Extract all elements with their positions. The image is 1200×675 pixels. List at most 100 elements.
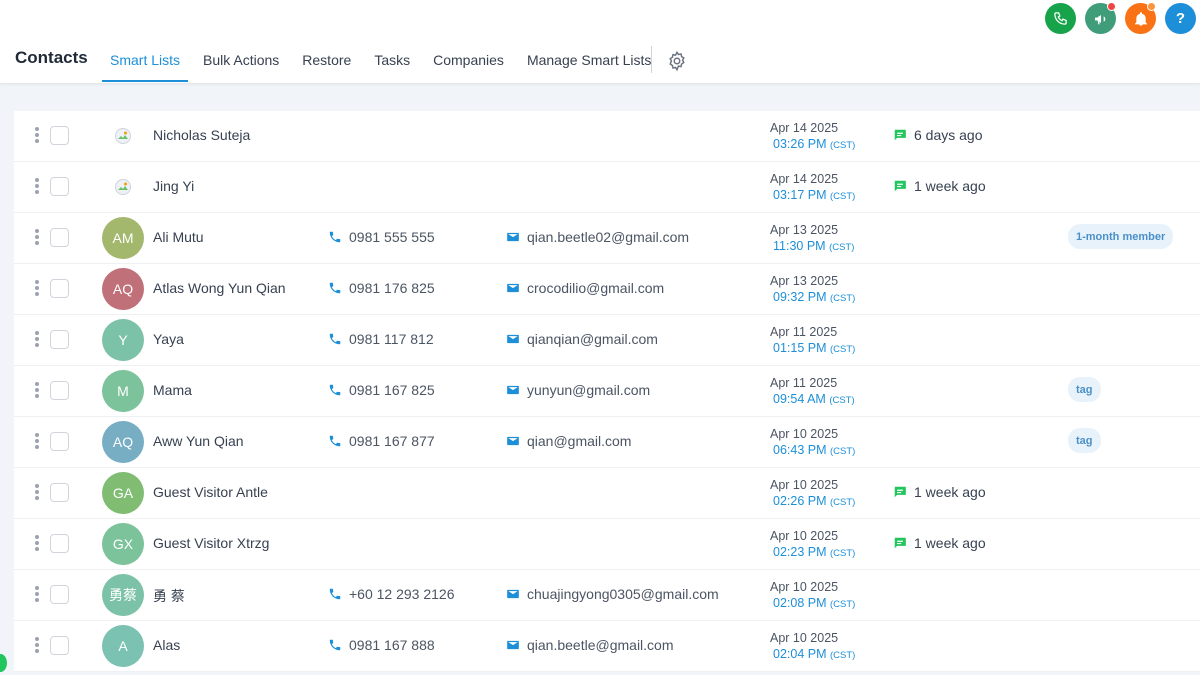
tab-bulk-actions[interactable]: Bulk Actions <box>195 40 287 82</box>
contact-email[interactable]: crocodilio@gmail.com <box>506 280 664 296</box>
mail-icon <box>506 638 520 652</box>
help-icon[interactable]: ? <box>1165 3 1196 34</box>
contact-phone[interactable]: 0981 167 825 <box>328 382 435 398</box>
tab-manage-smart-lists[interactable]: Manage Smart Lists <box>519 40 660 82</box>
drag-handle-icon[interactable] <box>34 535 40 553</box>
date-text: Apr 14 2025 <box>770 172 839 186</box>
tab-restore[interactable]: Restore <box>294 40 359 82</box>
drag-handle-icon[interactable] <box>34 280 40 298</box>
last-activity: 1 week ago <box>893 178 986 194</box>
row-checkbox[interactable] <box>50 636 69 655</box>
last-activity: 1 week ago <box>893 535 986 551</box>
contact-email[interactable]: qian.beetle@gmail.com <box>506 637 674 653</box>
contact-phone[interactable]: 0981 167 877 <box>328 433 435 449</box>
time-text: 03:17 PM <box>773 188 827 202</box>
contact-phone[interactable]: 0981 117 812 <box>328 331 434 347</box>
drag-handle-icon[interactable] <box>34 178 40 196</box>
mail-icon <box>506 230 520 244</box>
contact-name[interactable]: Alas <box>153 637 180 653</box>
tab-tasks[interactable]: Tasks <box>366 40 418 82</box>
row-checkbox[interactable] <box>50 585 69 604</box>
contact-name[interactable]: Yaya <box>153 331 184 347</box>
date-added: Apr 13 2025 11:30 PM (CST) <box>770 222 854 256</box>
tab-companies[interactable]: Companies <box>425 40 512 82</box>
table-row[interactable]: AQ Aww Yun Qian 0981 167 877 qian@gmail.com… <box>14 417 1200 468</box>
table-row[interactable]: Y Yaya 0981 117 812 qianqian@gmail.com Apr 1… <box>14 315 1200 366</box>
activity-text: 1 week ago <box>914 178 986 194</box>
row-checkbox[interactable] <box>50 177 69 196</box>
row-checkbox[interactable] <box>50 534 69 553</box>
row-checkbox[interactable] <box>50 483 69 502</box>
date-added: Apr 14 2025 03:26 PM (CST) <box>770 120 855 154</box>
contact-email[interactable]: qianqian@gmail.com <box>506 331 658 347</box>
row-checkbox[interactable] <box>50 330 69 349</box>
row-checkbox[interactable] <box>50 279 69 298</box>
contact-name[interactable]: Mama <box>153 382 192 398</box>
contact-name[interactable]: Nicholas Suteja <box>153 127 250 143</box>
floating-widget-icon[interactable] <box>0 654 7 672</box>
contact-name[interactable]: Jing Yi <box>153 178 194 194</box>
contact-name[interactable]: Guest Visitor Xtrzg <box>153 535 269 551</box>
drag-handle-icon[interactable] <box>34 586 40 604</box>
mail-icon <box>506 281 520 295</box>
table-row[interactable]: Jing Yi Apr 14 2025 03:17 PM (CST) 1 week a… <box>14 162 1200 213</box>
timezone-text: (CST) <box>830 344 856 355</box>
contact-name[interactable]: Aww Yun Qian <box>153 433 244 449</box>
table-row[interactable]: 勇蔡勇 蔡 +60 12 293 2126 chuajingyong0305@gma… <box>14 570 1200 621</box>
row-checkbox[interactable] <box>50 228 69 247</box>
contact-phone[interactable]: 0981 167 888 <box>328 637 435 653</box>
row-checkbox[interactable] <box>50 432 69 451</box>
contact-email[interactable]: qian@gmail.com <box>506 433 631 449</box>
bell-icon[interactable] <box>1125 2 1156 34</box>
drag-handle-icon[interactable] <box>34 229 40 247</box>
timezone-text: (CST) <box>829 242 855 253</box>
contact-name[interactable]: 勇 蔡 <box>153 586 185 606</box>
table-row[interactable]: AM Ali Mutu 0981 555 555 qian.beetle02@gmai… <box>14 213 1200 264</box>
contact-name[interactable]: Ali Mutu <box>153 229 204 245</box>
table-row[interactable]: AQ Atlas Wong Yun Qian 0981 176 825 crocodi… <box>14 264 1200 315</box>
drag-handle-icon[interactable] <box>34 331 40 349</box>
contact-phone[interactable]: 0981 555 555 <box>328 229 435 245</box>
date-added: Apr 10 2025 02:08 PM (CST) <box>770 579 855 613</box>
timezone-text: (CST) <box>830 293 856 304</box>
email-address: chuajingyong0305@gmail.com <box>527 586 719 602</box>
table-row[interactable]: A Alas 0981 167 888 qian.beetle@gmail.com Ap… <box>14 621 1200 672</box>
table-row[interactable]: GX Guest Visitor Xtrzg Apr 10 2025 02:23 PM… <box>14 519 1200 570</box>
megaphone-icon[interactable] <box>1085 2 1116 34</box>
timezone-text: (CST) <box>829 395 855 406</box>
time-text: 09:32 PM <box>773 290 827 304</box>
mail-icon <box>506 332 520 346</box>
row-checkbox[interactable] <box>50 381 69 400</box>
table-row[interactable]: Nicholas Suteja Apr 14 2025 03:26 PM (CST)… <box>14 111 1200 162</box>
table-row[interactable]: GA Guest Visitor Antle Apr 10 2025 02:26 PM… <box>14 468 1200 519</box>
contact-name[interactable]: Guest Visitor Antle <box>153 484 268 500</box>
time-text: 02:26 PM <box>773 494 827 508</box>
gear-icon[interactable] <box>666 50 688 72</box>
drag-handle-icon[interactable] <box>34 484 40 502</box>
phone-icon[interactable] <box>1045 3 1076 34</box>
avatar-image-icon <box>115 128 131 144</box>
tag-badge[interactable]: tag <box>1068 377 1101 402</box>
drag-handle-icon[interactable] <box>34 127 40 145</box>
contact-name[interactable]: Atlas Wong Yun Qian <box>153 280 286 296</box>
contact-email[interactable]: chuajingyong0305@gmail.com <box>506 586 719 602</box>
drag-handle-icon[interactable] <box>34 382 40 400</box>
tab-smart-lists[interactable]: Smart Lists <box>102 40 189 82</box>
phone-icon <box>328 638 342 652</box>
drag-handle-icon[interactable] <box>34 433 40 451</box>
tag-badge[interactable]: 1-month member <box>1068 224 1174 249</box>
timezone-text: (CST) <box>830 650 856 661</box>
contact-phone[interactable]: +60 12 293 2126 <box>328 586 455 602</box>
row-checkbox[interactable] <box>50 126 69 145</box>
drag-handle-icon[interactable] <box>34 637 40 655</box>
tab-divider <box>651 46 652 73</box>
table-row[interactable]: M Mama 0981 167 825 yunyun@gmail.com Apr 11 … <box>14 366 1200 417</box>
tag-badge[interactable]: tag <box>1068 428 1101 453</box>
date-text: Apr 14 2025 <box>770 121 839 135</box>
avatar: AM <box>102 217 144 259</box>
notification-badge <box>1107 2 1116 11</box>
contact-phone[interactable]: 0981 176 825 <box>328 280 435 296</box>
contact-email[interactable]: qian.beetle02@gmail.com <box>506 229 689 245</box>
time-text: 01:15 PM <box>773 341 827 355</box>
contact-email[interactable]: yunyun@gmail.com <box>506 382 650 398</box>
